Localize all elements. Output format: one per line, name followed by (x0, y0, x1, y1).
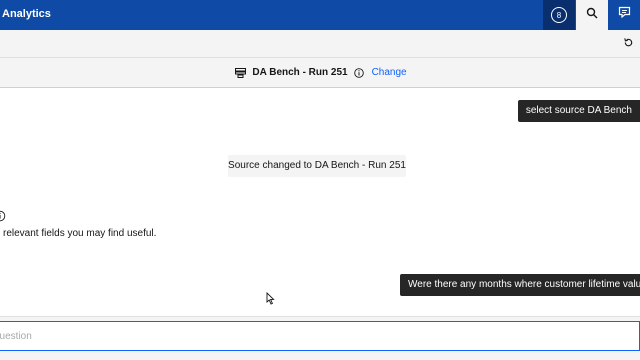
chat-panel: select source DA Bench Source changed to… (0, 88, 640, 316)
search-icon (586, 6, 598, 24)
assistant-message: relevant fields you may find useful. (3, 228, 157, 239)
notifications-button[interactable]: 8 (543, 0, 575, 30)
change-source-link[interactable]: Change (372, 67, 407, 78)
question-input[interactable] (0, 321, 640, 351)
chat-button[interactable] (608, 0, 640, 30)
toolbar (0, 30, 640, 58)
reset-button[interactable] (620, 36, 636, 52)
data-source-name: DA Bench - Run 251 (252, 67, 348, 78)
info-icon (0, 210, 6, 222)
data-source-icon (235, 67, 247, 78)
user-message: select source DA Bench (517, 100, 640, 122)
search-button[interactable] (576, 0, 608, 30)
system-message: Source changed to DA Bench - Run 251 (228, 155, 406, 177)
reset-icon (623, 35, 634, 53)
app-title: Analytics (2, 8, 51, 20)
notification-badge: 8 (551, 7, 567, 23)
input-area (0, 316, 640, 360)
top-header: Analytics 8 (0, 0, 640, 30)
data-source-bar: DA Bench - Run 251 Change (0, 58, 640, 88)
info-icon[interactable] (353, 67, 364, 78)
mouse-cursor-icon (266, 291, 275, 310)
chat-icon (618, 6, 631, 24)
user-message: Were there any months where customer lif… (400, 274, 640, 296)
